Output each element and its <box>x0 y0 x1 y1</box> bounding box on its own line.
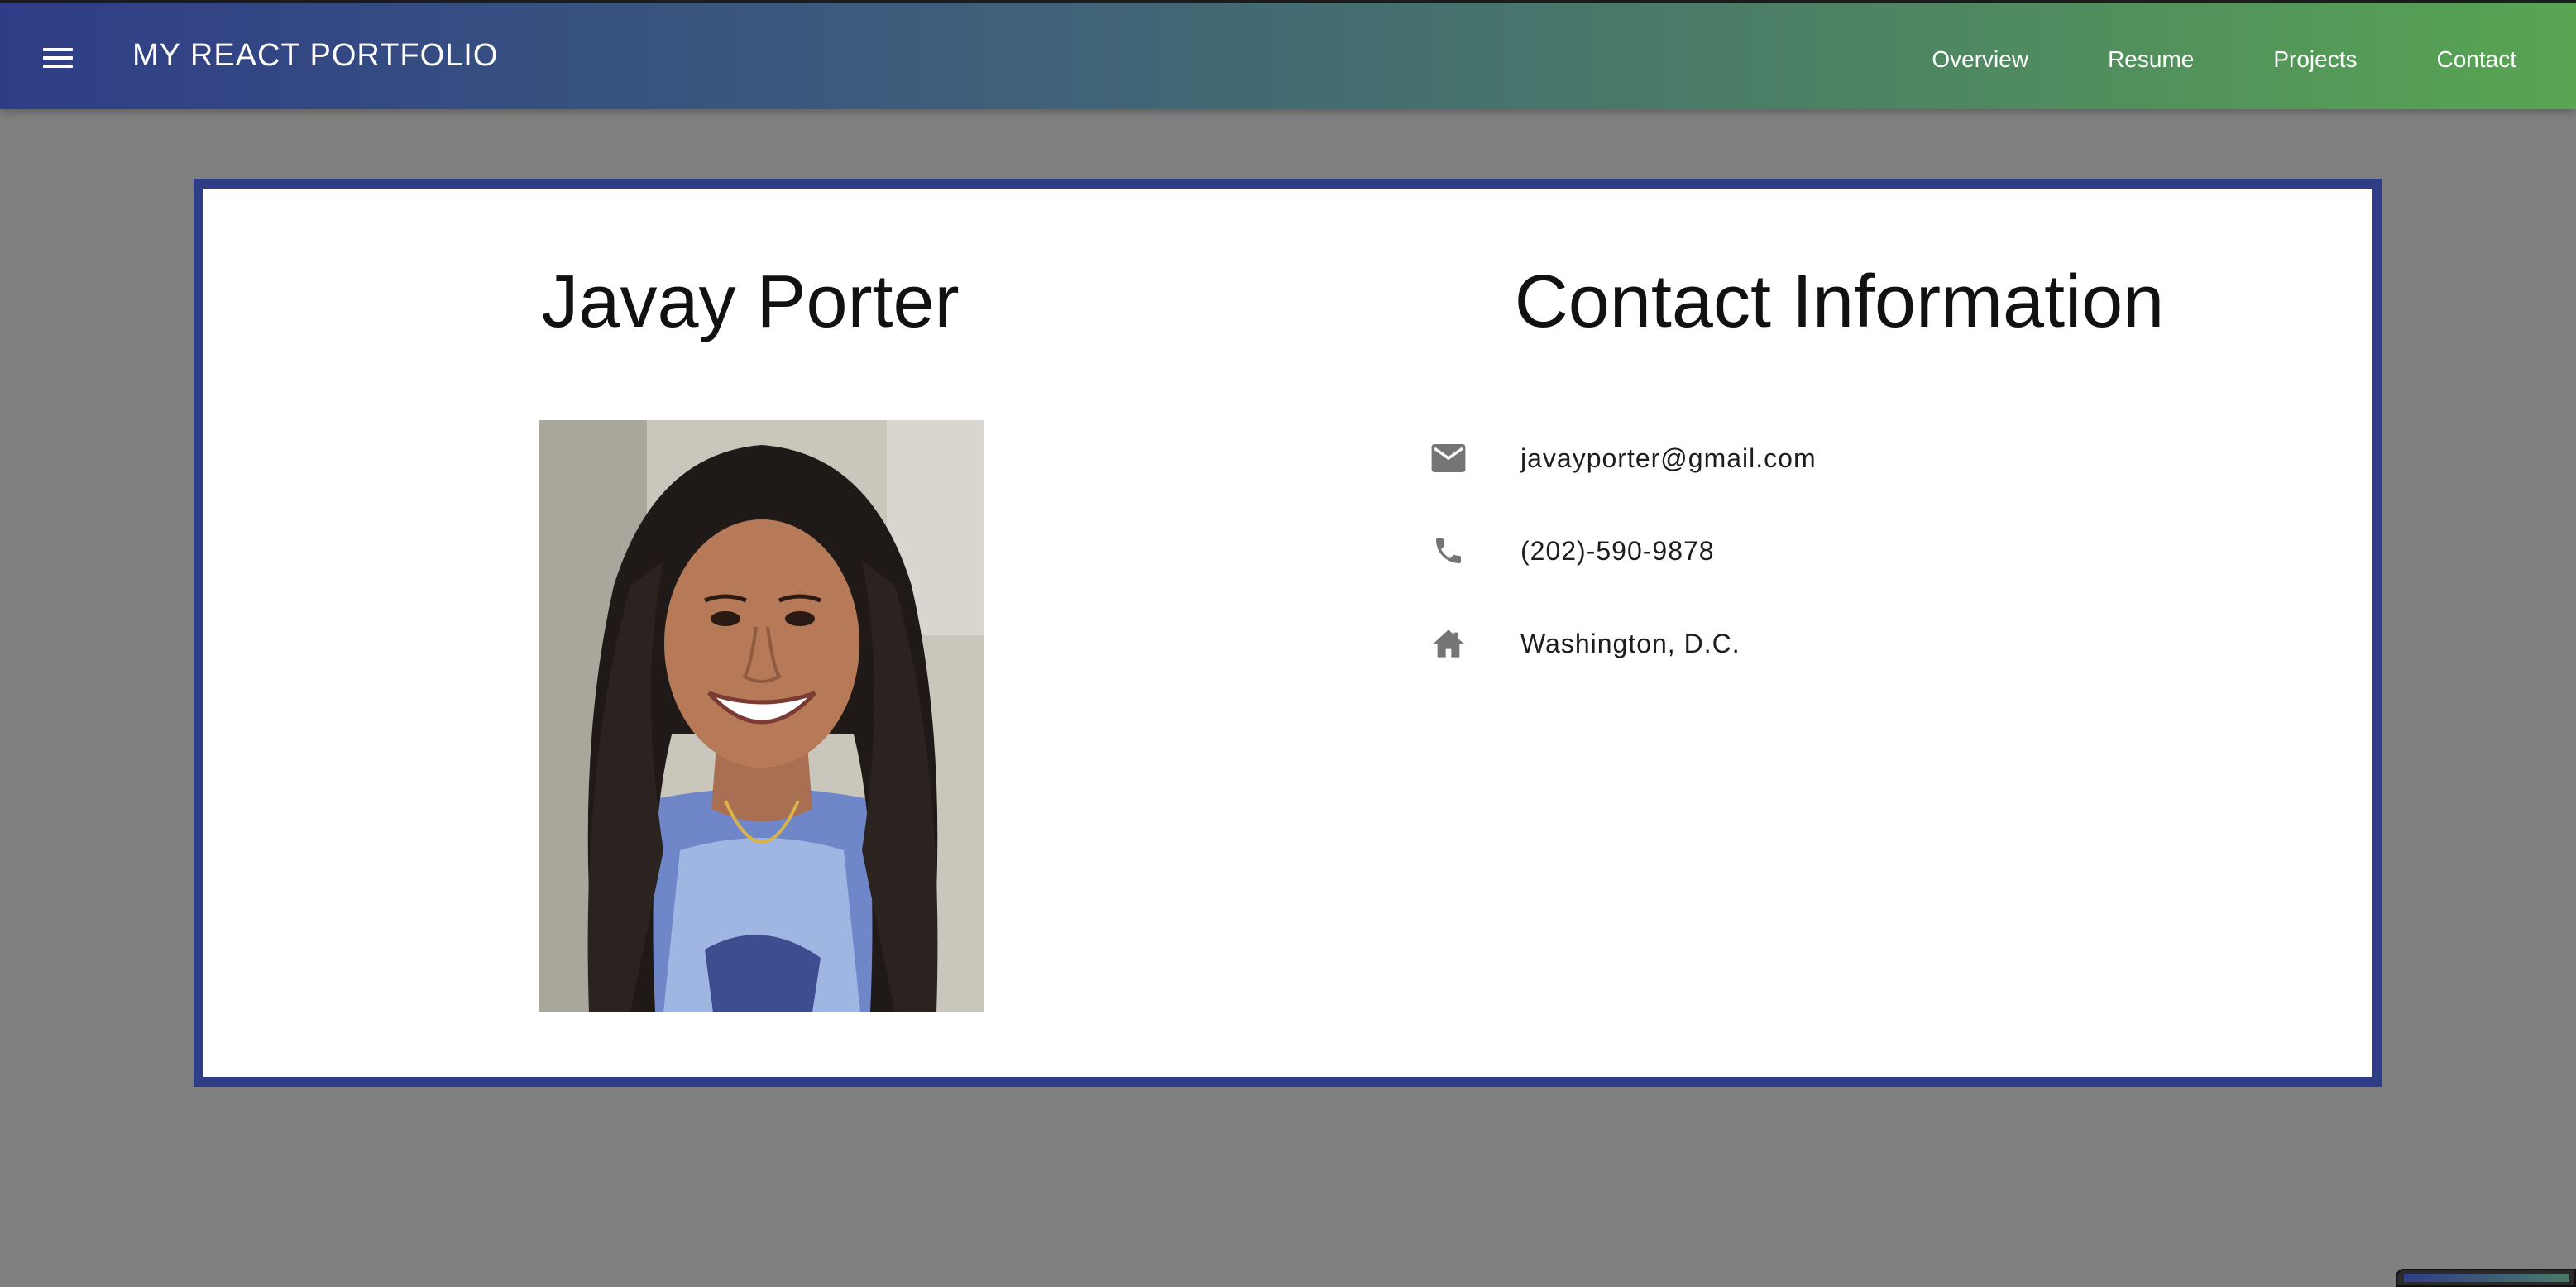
contact-title: Contact Information <box>1514 261 2165 343</box>
contact-card: Javay Porter Contact Information javaypo… <box>194 179 2382 1087</box>
menu-icon[interactable] <box>38 40 79 76</box>
phone-icon <box>1429 532 1468 570</box>
portrait-photo <box>539 420 984 1012</box>
email-text[interactable]: javayporter@gmail.com <box>1520 443 1817 474</box>
thumbnail-preview <box>2404 1274 2569 1282</box>
location-text: Washington, D.C. <box>1520 628 1740 658</box>
profile-section: Javay Porter <box>203 189 1297 1077</box>
contact-email[interactable]: javayporter@gmail.com <box>1429 412 1817 505</box>
nav-overview[interactable]: Overview <box>1932 46 2028 73</box>
app-bar: MY REACT PORTFOLIO Overview Resume Proje… <box>0 0 2576 109</box>
contact-phone[interactable]: (202)-590-9878 <box>1429 505 1817 597</box>
contact-list: javayporter@gmail.com (202)-590-9878 Was… <box>1429 412 1817 690</box>
window-thumbnail[interactable] <box>2396 1269 2576 1287</box>
profile-name: Javay Porter <box>541 261 960 343</box>
nav-resume[interactable]: Resume <box>2108 46 2194 73</box>
contact-location: Washington, D.C. <box>1429 597 1817 690</box>
app-title: MY REACT PORTFOLIO <box>132 38 499 73</box>
email-icon <box>1429 439 1468 477</box>
nav-contact[interactable]: Contact <box>2437 46 2517 73</box>
phone-text[interactable]: (202)-590-9878 <box>1520 536 1715 567</box>
nav-projects[interactable]: Projects <box>2273 46 2357 73</box>
home-icon <box>1429 624 1468 663</box>
contact-section: Contact Information javayporter@gmail.co… <box>1297 189 2382 1077</box>
top-nav: Overview Resume Projects Contact <box>1932 46 2516 73</box>
